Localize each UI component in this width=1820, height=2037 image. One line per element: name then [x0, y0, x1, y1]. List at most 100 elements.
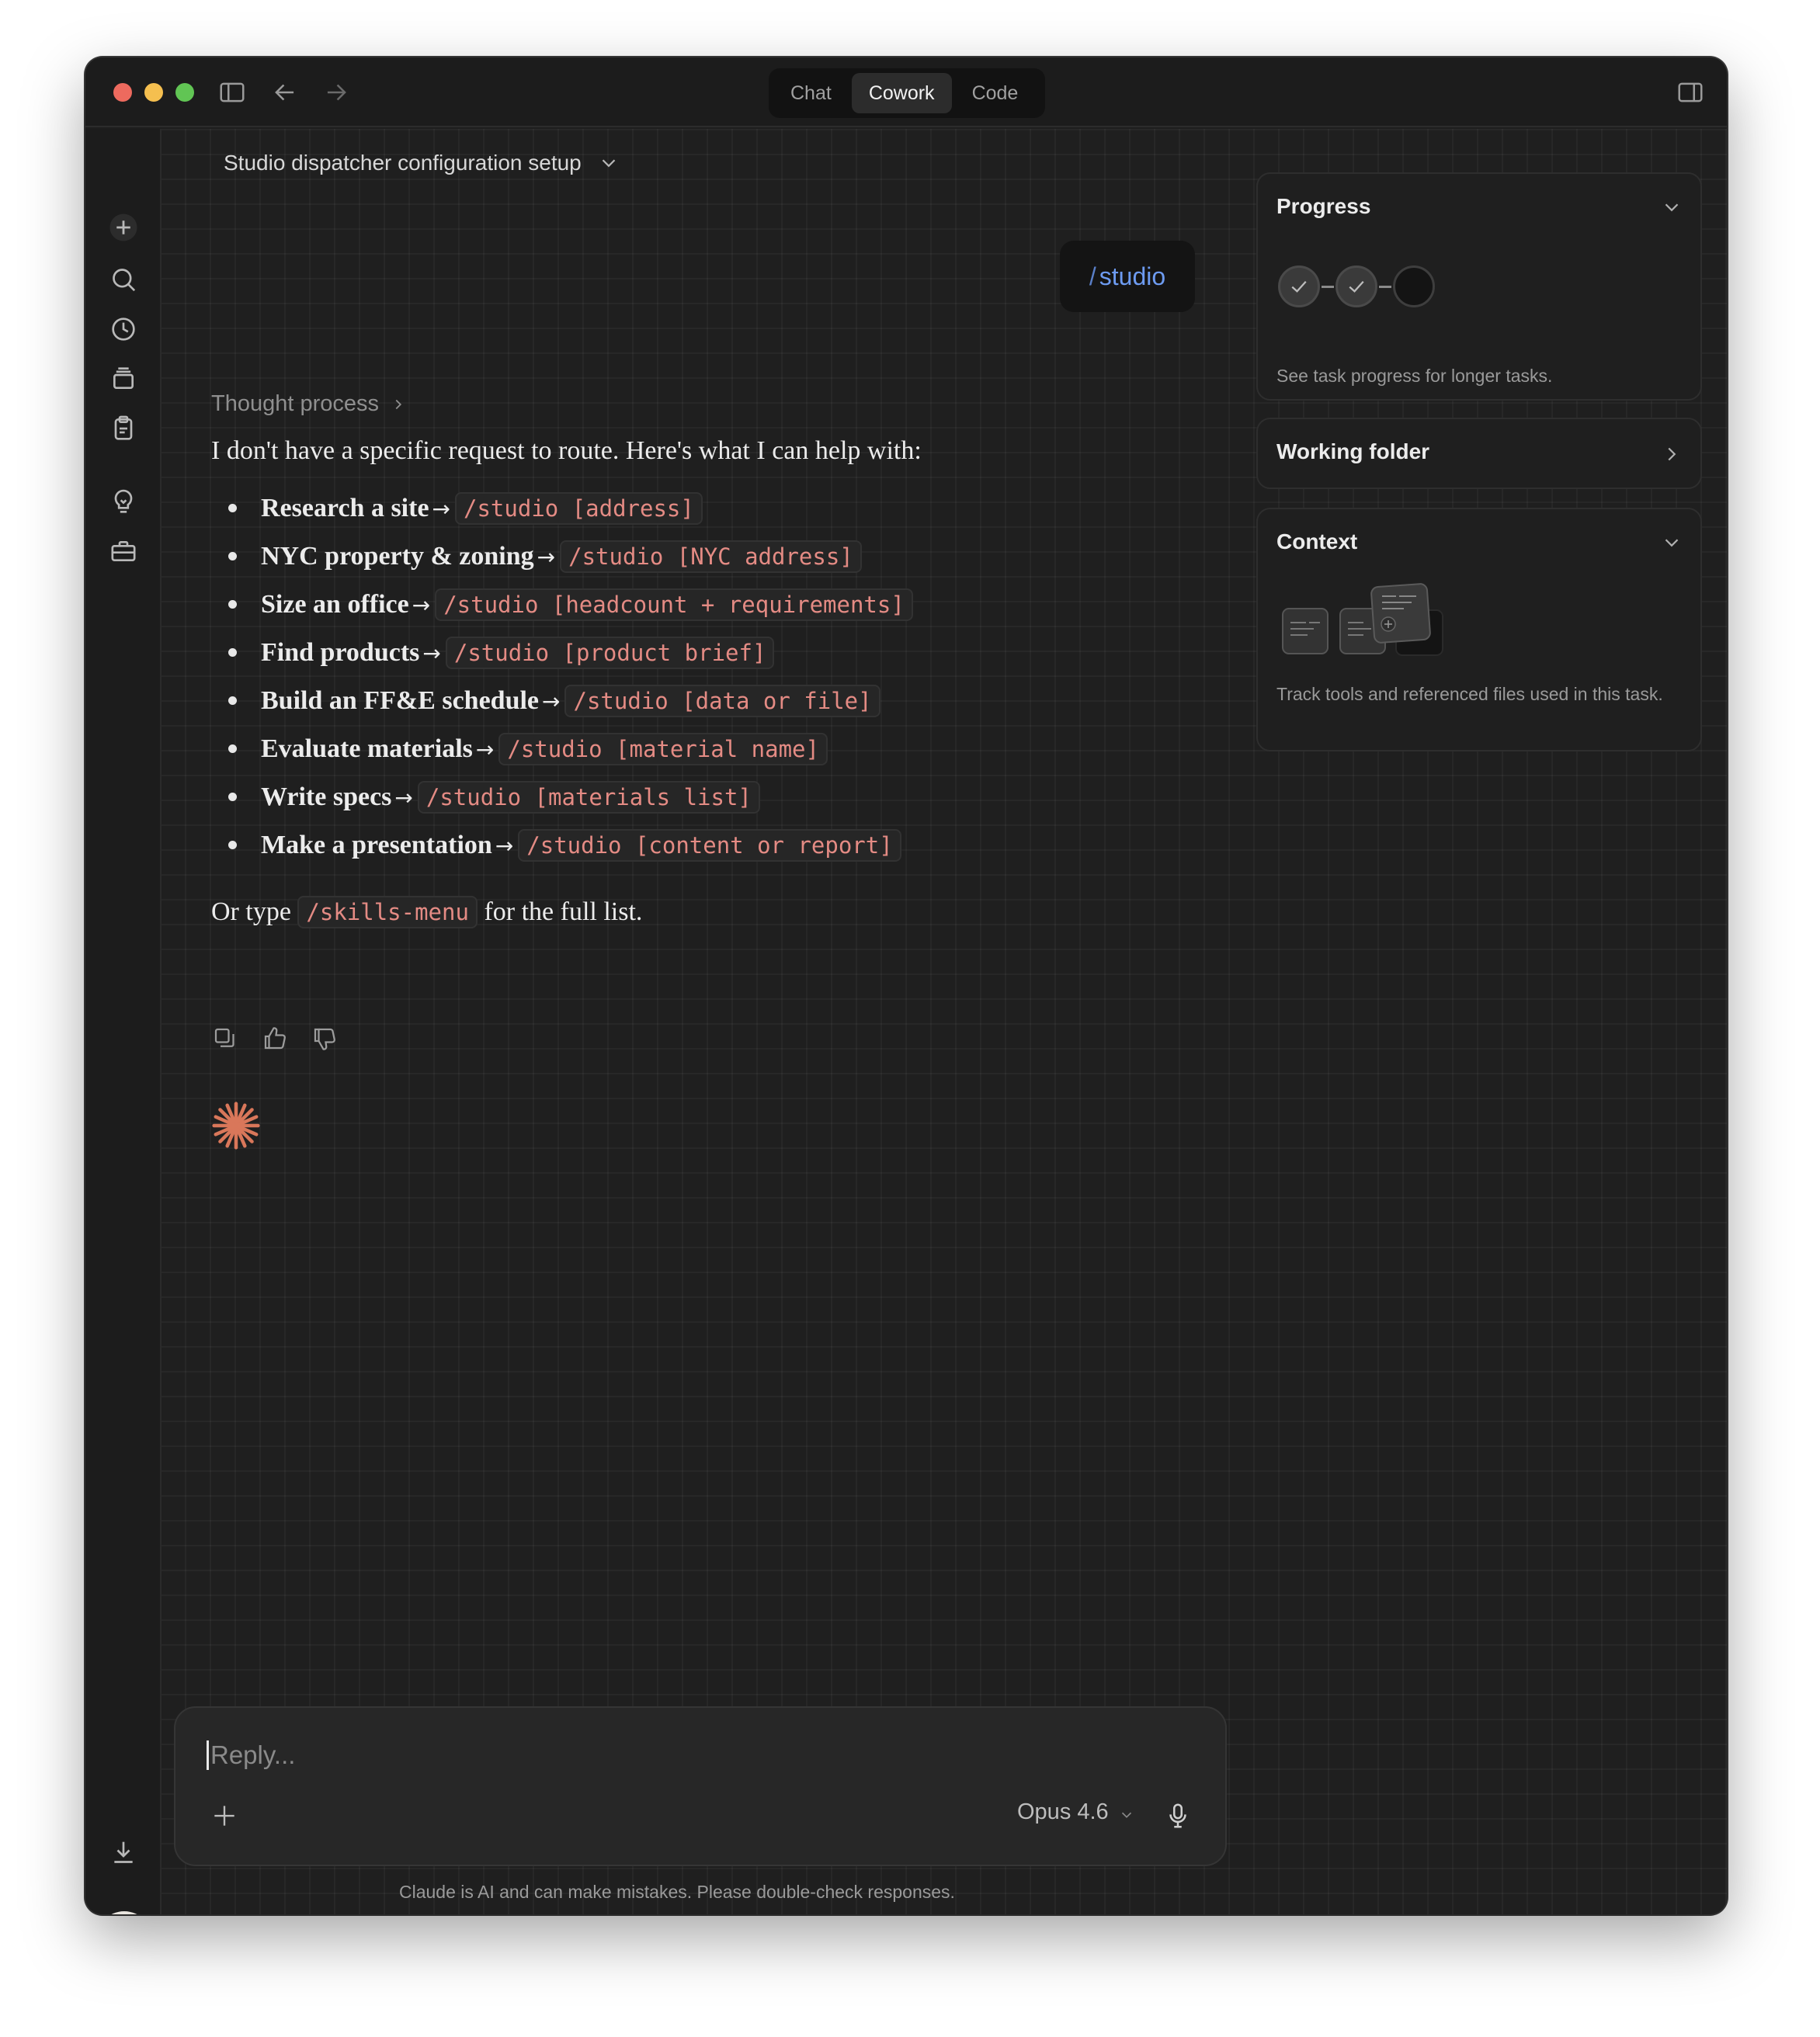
chevron-down-icon[interactable] — [1660, 531, 1683, 554]
arrow-right-icon: → — [537, 543, 556, 570]
progress-title: Progress — [1276, 194, 1371, 218]
arrow-right-icon: → — [475, 736, 495, 762]
skill-command-code: /studio [address] — [455, 492, 703, 525]
mode-switcher: Chat Cowork Code — [769, 68, 1045, 118]
skill-label: Research a site — [261, 494, 429, 522]
arrow-right-icon: → — [542, 688, 561, 714]
plus-icon[interactable] — [107, 211, 140, 244]
tab-chat[interactable]: Chat — [773, 73, 849, 113]
clock-icon[interactable] — [108, 314, 139, 345]
skill-label: Write specs — [261, 783, 392, 811]
skill-label: Build an FF&E schedule — [261, 686, 540, 715]
skill-command-code: /studio [headcount + requirements] — [435, 588, 913, 621]
context-panel: Context Track tools and referenced files… — [1256, 508, 1702, 751]
back-arrow-icon[interactable] — [270, 78, 300, 107]
assistant-intro: I don't have a specific request to route… — [211, 436, 922, 465]
arrow-right-icon: → — [495, 832, 514, 859]
progress-steps — [1278, 265, 1435, 307]
command-slash: / — [1089, 262, 1096, 290]
skill-label: Find products — [261, 638, 420, 667]
step-connector — [1379, 285, 1391, 288]
model-selector[interactable]: Opus 4.6 — [1017, 1799, 1135, 1825]
arrow-right-icon: → — [412, 592, 431, 618]
microphone-icon[interactable] — [1163, 1801, 1193, 1831]
skill-command-code: /studio [product brief] — [445, 637, 775, 669]
skill-label: NYC property & zoning — [261, 542, 534, 571]
search-icon[interactable] — [108, 264, 139, 295]
context-title: Context — [1276, 529, 1358, 553]
skill-list: Research a site →/studio [address] NYC pro… — [211, 484, 1221, 869]
list-item: NYC property & zoning →/studio [NYC addre… — [211, 533, 1221, 581]
add-attachment-icon[interactable] — [210, 1801, 239, 1831]
progress-description: See task progress for longer tasks. — [1276, 366, 1553, 386]
forward-arrow-icon[interactable] — [321, 78, 351, 107]
lightbulb-icon[interactable] — [108, 486, 139, 517]
thumbs-down-icon[interactable] — [311, 1025, 339, 1053]
sidebar-toggle-icon[interactable] — [217, 78, 247, 107]
download-icon[interactable] — [108, 1837, 139, 1868]
thumbs-up-icon[interactable] — [261, 1025, 289, 1053]
tab-code[interactable]: Code — [955, 73, 1036, 113]
thought-process-toggle[interactable]: Thought process — [211, 391, 407, 417]
step-pending-icon — [1393, 265, 1435, 307]
arrow-right-icon: → — [432, 495, 451, 522]
chevron-down-icon — [1118, 1804, 1135, 1821]
skill-command-code: /studio [material name] — [498, 733, 828, 765]
skills-menu-code: /skills-menu — [297, 896, 478, 928]
list-item: Evaluate materials →/studio [material nam… — [211, 725, 1221, 773]
reply-composer: Opus 4.6 — [174, 1706, 1227, 1866]
app-window: Chat Cowork Code F — [85, 57, 1727, 1914]
assistant-message: I don't have a specific request to route… — [211, 435, 1221, 928]
context-description: Track tools and referenced files used in… — [1276, 684, 1663, 704]
skill-command-code: /studio [data or file] — [564, 685, 880, 717]
context-files-illustration — [1280, 579, 1450, 665]
claude-spark-icon — [210, 1099, 262, 1152]
progress-panel: Progress See task progress for longer ta… — [1256, 172, 1702, 401]
assistant-outro: Or type /skills-menu for the full list. — [211, 896, 1221, 928]
working-folder-title: Working folder — [1276, 439, 1430, 463]
step-connector — [1322, 285, 1334, 288]
arrow-right-icon: → — [394, 784, 413, 810]
zoom-window-button[interactable] — [175, 83, 194, 102]
minimize-window-button[interactable] — [144, 83, 163, 102]
skill-command-code: /studio [content or report] — [518, 829, 901, 862]
thought-process-label: Thought process — [211, 391, 380, 416]
skill-label: Make a presentation — [261, 831, 492, 859]
disclaimer-text: Claude is AI and can make mistakes. Plea… — [399, 1882, 955, 1902]
step-complete-icon — [1278, 265, 1320, 307]
list-item: Make a presentation →/studio [content or … — [211, 821, 1221, 869]
skill-label: Evaluate materials — [261, 734, 473, 763]
chevron-right-icon — [1660, 442, 1683, 466]
skill-label: Size an office — [261, 590, 409, 619]
conversation-title: Studio dispatcher configuration setup — [224, 151, 582, 175]
step-complete-icon — [1335, 265, 1377, 307]
clipboard-icon[interactable] — [108, 413, 139, 444]
model-name: Opus 4.6 — [1017, 1799, 1109, 1824]
arrow-right-icon: → — [422, 640, 441, 666]
right-panel-toggle-icon[interactable] — [1676, 78, 1705, 107]
list-item: Write specs →/studio [materials list] — [211, 773, 1221, 821]
chevron-down-icon — [602, 159, 616, 168]
message-actions — [211, 1025, 339, 1053]
user-message-bubble: / studio — [1060, 241, 1195, 312]
skill-command-code: /studio [NYC address] — [560, 540, 862, 573]
close-window-button[interactable] — [113, 83, 132, 102]
outro-before: Or type — [211, 897, 291, 926]
toolbox-icon[interactable] — [108, 536, 139, 567]
copy-icon[interactable] — [211, 1025, 239, 1053]
chevron-right-icon — [395, 399, 402, 409]
working-folder-panel[interactable]: Working folder — [1256, 418, 1702, 489]
left-sidebar: FN — [85, 129, 162, 1914]
list-item: Build an FF&E schedule →/studio [data or … — [211, 677, 1221, 725]
list-item: Size an office →/studio [headcount + requ… — [211, 581, 1221, 629]
skill-command-code: /studio [materials list] — [417, 781, 760, 814]
chevron-down-icon[interactable] — [1660, 196, 1683, 219]
avatar[interactable]: FN — [96, 1911, 152, 1914]
list-item: Find products →/studio [product brief] — [211, 629, 1221, 677]
list-item: Research a site →/studio [address] — [211, 484, 1221, 533]
tab-cowork[interactable]: Cowork — [851, 73, 952, 113]
stack-icon[interactable] — [108, 363, 139, 394]
user-command: studio — [1099, 262, 1166, 290]
reply-input[interactable] — [207, 1740, 1061, 1770]
conversation-title-dropdown[interactable]: Studio dispatcher configuration setup — [224, 151, 620, 175]
